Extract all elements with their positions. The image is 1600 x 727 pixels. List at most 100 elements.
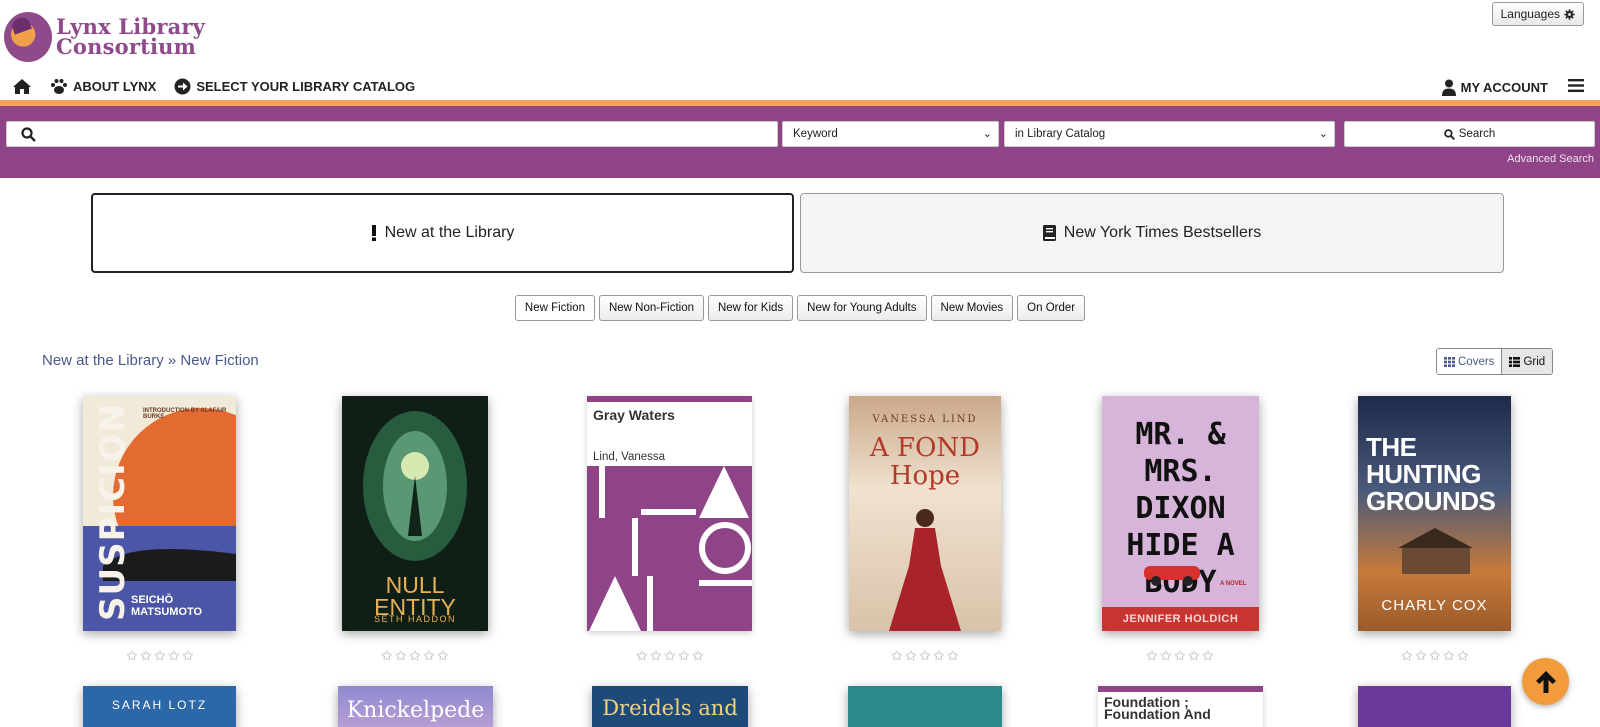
rating-stars[interactable]: ★ ★ ★ ★ ★ — [891, 649, 960, 662]
main-nav: ABOUT LYNX SELECT YOUR LIBRARY CATALOG M… — [0, 76, 1600, 100]
star-icon[interactable]: ★ — [636, 649, 649, 662]
star-icon[interactable]: ★ — [947, 649, 960, 662]
star-icon[interactable]: ★ — [395, 649, 408, 662]
book-cover-dixon[interactable]: MR. & MRS. DIXON HIDE A BODY A NOVEL JEN… — [1102, 396, 1259, 631]
star-icon[interactable]: ★ — [1146, 649, 1159, 662]
star-icon[interactable]: ★ — [1160, 649, 1173, 662]
search-type-value: Keyword — [793, 128, 838, 140]
book-cover-gray-waters[interactable]: Gray Waters Lind, Vanessa — [587, 396, 752, 631]
star-icon[interactable]: ★ — [1401, 649, 1414, 662]
book-cover-null-entity[interactable]: NULL ENTITY SETH HADDON — [342, 396, 488, 631]
user-icon — [1441, 79, 1456, 96]
star-icon[interactable]: ★ — [692, 649, 705, 662]
star-icon[interactable]: ★ — [437, 649, 450, 662]
cover-title: THE HUNTING GROUNDS — [1366, 432, 1496, 516]
star-icon[interactable]: ★ — [1457, 649, 1470, 662]
star-icon[interactable]: ★ — [678, 649, 691, 662]
my-account-link[interactable]: MY ACCOUNT — [1441, 79, 1548, 96]
rating-stars[interactable]: ★ ★ ★ ★ ★ — [1401, 649, 1470, 662]
subtab-new-for-kids[interactable]: New for Kids — [707, 295, 794, 321]
chevron-down-icon: ⌄ — [982, 128, 992, 140]
subtab-new-non-fiction[interactable]: New Non-Fiction — [598, 295, 704, 321]
rating-stars[interactable]: ★ ★ ★ ★ ★ — [126, 649, 195, 662]
red-car-illustration — [1144, 566, 1200, 586]
tab-nyt-bestsellers[interactable]: New York Times Bestsellers — [800, 193, 1504, 273]
star-icon[interactable]: ★ — [933, 649, 946, 662]
star-icon[interactable]: ★ — [381, 649, 394, 662]
star-icon[interactable]: ★ — [140, 649, 153, 662]
search-scope-select[interactable]: in Library Catalog ⌄ — [1004, 121, 1335, 147]
star-icon[interactable]: ★ — [1174, 649, 1187, 662]
covers-view-button[interactable]: Covers — [1437, 349, 1503, 374]
tab-label: New York Times Bestsellers — [1063, 224, 1262, 241]
book-cover-row2-4[interactable] — [848, 686, 1002, 727]
book-cover-a-fond-hope[interactable]: VANESSA LIND A FOND Hope — [849, 396, 1001, 631]
grid-view-button[interactable]: Grid — [1502, 349, 1553, 374]
languages-button[interactable]: Languages — [1491, 2, 1584, 26]
home-link[interactable] — [12, 78, 32, 95]
star-icon[interactable]: ★ — [182, 649, 195, 662]
book-cover-row2-6[interactable] — [1358, 686, 1511, 727]
tab-new-at-library[interactable]: New at the Library — [91, 193, 794, 273]
about-lynx-label: ABOUT LYNX — [73, 79, 157, 94]
star-icon[interactable]: ★ — [154, 649, 167, 662]
book-cover-suspicion[interactable]: SUSPICION SEICHŌ MATSUMOTO INTRODUCTION … — [83, 396, 236, 631]
star-icon[interactable]: ★ — [1202, 649, 1215, 662]
logo-text: Lynx Library Consortium — [56, 16, 205, 57]
arrow-circle-right-icon — [174, 78, 191, 95]
star-icon[interactable]: ★ — [650, 649, 663, 662]
breadcrumb-separator: » — [167, 352, 177, 369]
book-cover-hunting-grounds[interactable]: THE HUNTING GROUNDS CHARLY COX — [1358, 396, 1511, 631]
cover-author: Lind, Vanessa — [593, 451, 666, 463]
star-icon[interactable]: ★ — [423, 649, 436, 662]
book-cover-dreidels[interactable]: Dreidels and — [592, 686, 748, 727]
cover-author: SETH HADDON — [373, 614, 456, 624]
grid-icon — [1444, 356, 1455, 367]
star-icon[interactable]: ★ — [664, 649, 677, 662]
star-icon[interactable]: ★ — [1429, 649, 1442, 662]
search-type-select[interactable]: Keyword ⌄ — [782, 121, 999, 147]
star-icon[interactable]: ★ — [409, 649, 422, 662]
cover-intro: INTRODUCTION BY ALAFAIR BURKE — [143, 408, 227, 420]
book-cover-row2-1[interactable]: SARAH LOTZ — [83, 686, 236, 727]
subtab-new-fiction[interactable]: New Fiction — [514, 295, 595, 321]
star-icon[interactable]: ★ — [1188, 649, 1201, 662]
search-input[interactable] — [6, 121, 778, 147]
star-icon[interactable]: ★ — [1443, 649, 1456, 662]
list-icon — [1509, 356, 1521, 367]
rating-stars[interactable]: ★ ★ ★ ★ ★ — [381, 649, 450, 662]
star-icon[interactable]: ★ — [891, 649, 904, 662]
lynx-logo[interactable]: Lynx Library Consortium — [4, 12, 205, 62]
subtab-on-order[interactable]: On Order — [1017, 295, 1086, 321]
view-toggle: Covers Grid — [1436, 348, 1554, 375]
search-button[interactable]: Search — [1344, 121, 1595, 147]
lynx-cat-icon — [4, 12, 52, 62]
star-icon[interactable]: ★ — [919, 649, 932, 662]
hamburger-menu-button[interactable] — [1568, 78, 1584, 96]
star-icon[interactable]: ★ — [168, 649, 181, 662]
select-catalog-label: SELECT YOUR LIBRARY CATALOG — [196, 79, 416, 94]
cover-title: Gray Waters — [593, 407, 675, 423]
about-lynx-link[interactable]: ABOUT LYNX — [50, 78, 156, 95]
book-cover-foundation[interactable]: Foundation ; Foundation And — [1098, 686, 1263, 727]
breadcrumb-parent[interactable]: New at the Library — [42, 352, 164, 369]
grid-label: Grid — [1523, 355, 1546, 368]
book-icon — [1042, 225, 1056, 241]
star-icon[interactable]: ★ — [126, 649, 139, 662]
star-icon[interactable]: ★ — [1415, 649, 1428, 662]
back-to-top-button[interactable] — [1522, 658, 1569, 705]
book-cover-knickelpede[interactable]: Knickelpede — [338, 686, 493, 727]
breadcrumb-current[interactable]: New Fiction — [180, 352, 258, 369]
farmhouse-illustration — [1398, 528, 1473, 574]
subtab-new-for-young-adults[interactable]: New for Young Adults — [797, 295, 927, 321]
star-icon[interactable]: ★ — [905, 649, 918, 662]
rating-stars[interactable]: ★ ★ ★ ★ ★ — [636, 649, 705, 662]
cover-tag: A NOVEL — [1220, 581, 1247, 587]
search-bar: Keyword ⌄ in Library Catalog ⌄ Search Ad… — [0, 106, 1600, 178]
category-subtabs: New Fiction New Non-Fiction New for Kids… — [0, 295, 1600, 321]
rating-stars[interactable]: ★ ★ ★ ★ ★ — [1146, 649, 1215, 662]
advanced-search-link[interactable]: Advanced Search — [1507, 153, 1594, 165]
select-catalog-link[interactable]: SELECT YOUR LIBRARY CATALOG — [174, 78, 415, 95]
subtab-new-movies[interactable]: New Movies — [930, 295, 1014, 321]
search-scope-value: in Library Catalog — [1015, 128, 1106, 140]
